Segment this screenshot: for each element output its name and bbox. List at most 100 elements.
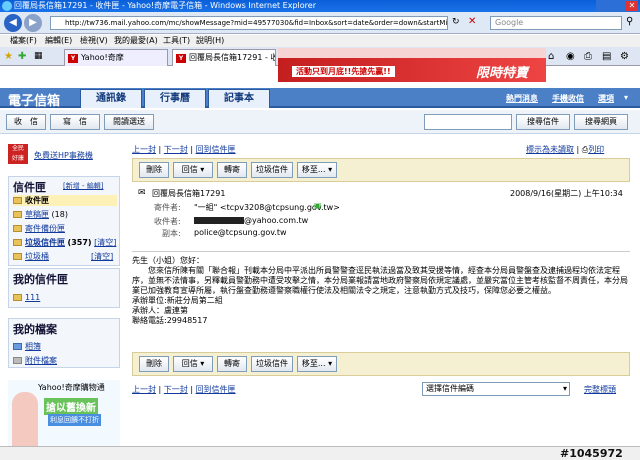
forward-button[interactable]: 轉寄	[217, 162, 247, 178]
mobile-mail-link[interactable]: 手機收信	[552, 93, 584, 104]
tab-notepad[interactable]: 記事本	[208, 89, 270, 108]
page-icon[interactable]: ▤	[602, 51, 611, 62]
album-link[interactable]: 相簿	[13, 341, 41, 352]
folder-inbox[interactable]: 收件匣	[13, 195, 117, 206]
prev-message-link[interactable]: 上一封	[132, 385, 156, 394]
refresh-icon[interactable]: ↻	[452, 17, 460, 27]
menu-tools[interactable]: 工具(T)	[163, 35, 190, 47]
tab-current-mail[interactable]: Y 回覆局長信箱17291 - 收...	[172, 49, 276, 66]
mail-brand[interactable]: 電子信箱	[8, 90, 60, 109]
hot-news-link[interactable]: 熱門消息	[506, 93, 538, 104]
ad-title: Yahoo!奇摩購物通	[38, 383, 105, 392]
spam-button[interactable]: 垃圾信件	[251, 162, 293, 178]
receive-mail-button[interactable]: 收 信	[6, 114, 46, 130]
banner-ad[interactable]: 活動只到月底!!先搶先贏!! 限時特賣	[278, 48, 546, 82]
album-icon	[13, 343, 22, 350]
feeds-icon[interactable]: ◉	[566, 51, 575, 62]
close-icon[interactable]: ✕	[626, 1, 638, 11]
promo-link[interactable]: 免費送HP事務機	[34, 150, 93, 161]
message-header: ✉ 回覆局長信箱17291 2008/9/16(星期二) 上午10:34 寄件者…	[132, 184, 630, 252]
back-icon[interactable]: ◀	[4, 14, 22, 32]
tab-contacts[interactable]: 通訊錄	[80, 89, 142, 108]
clear-trash-link[interactable]: [清空]	[91, 251, 113, 262]
search-mail-button[interactable]: 搜尋信件	[516, 114, 570, 130]
cc-address: police@tcpsung.gov.tw	[194, 228, 287, 237]
my-files-title: 我的檔案	[13, 323, 57, 336]
shopping-ad[interactable]: Yahoo!奇摩購物通 搶以舊換新 利息回饋不打折	[8, 380, 120, 446]
back-to-folder-link[interactable]: 回到信件匣	[196, 145, 236, 154]
search-icon[interactable]: ⚲	[626, 16, 633, 27]
menu-bar: 檔案(F) 編輯(E) 檢視(V) 我的最愛(A) 工具(T) 說明(H)	[0, 35, 640, 47]
menu-view[interactable]: 檢視(V)	[80, 35, 108, 47]
next-message-link[interactable]: 下一封	[164, 385, 188, 394]
spam-button[interactable]: 垃圾信件	[251, 356, 293, 372]
message-nav-top: 上一封 | 下一封 | 回到信件匣	[132, 145, 236, 154]
add-favorite-icon[interactable]: ✚	[18, 51, 26, 62]
message-subject: 回覆局長信箱17291	[152, 189, 226, 198]
address-bar[interactable]: http://tw736.mail.yahoo.com/mc/showMessa…	[50, 16, 448, 30]
next-message-link[interactable]: 下一封	[164, 145, 188, 154]
delete-button[interactable]: 刪除	[139, 162, 169, 178]
prev-message-link[interactable]: 上一封	[132, 145, 156, 154]
drafts-icon	[13, 211, 22, 218]
attachments-link[interactable]: 附件檔案	[13, 355, 57, 366]
spam-icon	[13, 239, 22, 246]
menu-help[interactable]: 說明(H)	[196, 35, 224, 47]
tools-icon[interactable]: ⚙	[620, 51, 629, 62]
folder-sent[interactable]: 寄件備份匣	[13, 223, 65, 234]
menu-favorites[interactable]: 我的最愛(A)	[114, 35, 158, 47]
message-tools-top: 標示為未讀取 | ⎙列印	[526, 145, 605, 154]
back-to-folder-link[interactable]: 回到信件匣	[196, 385, 236, 394]
reply-button[interactable]: 回信 ▾	[173, 162, 213, 178]
ad-subline: 利息回饋不打折	[48, 414, 101, 426]
stop-icon[interactable]: ✕	[468, 16, 476, 27]
folder-spam[interactable]: 垃圾信件匣 (357) [清空]	[13, 237, 116, 248]
mark-unread-link[interactable]: 標示為未讀取	[526, 145, 574, 154]
status-bar: #1045972	[0, 446, 640, 460]
mail-app-nav: 電子信箱 通訊錄 行事曆 記事本 熱門消息 手機收信 選項 ▾	[0, 88, 640, 109]
favorites-star-icon[interactable]: ★	[4, 51, 13, 62]
browser-search-input[interactable]: Google	[490, 16, 622, 30]
home-icon[interactable]: ⌂	[548, 51, 554, 62]
chevron-down-icon: ▾	[562, 384, 567, 393]
forward-icon[interactable]: ▶	[24, 14, 42, 32]
full-header-link[interactable]: 完整標頭	[584, 384, 616, 395]
delete-button[interactable]: 刪除	[139, 356, 169, 372]
search-web-button[interactable]: 搜尋網頁	[574, 114, 628, 130]
folder-drafts[interactable]: 草稿匣 (18)	[13, 209, 68, 220]
tab-yahoo-home[interactable]: Y Yahoo!奇摩	[64, 49, 168, 66]
my-folder-item[interactable]: 111	[13, 293, 40, 302]
mail-search-input[interactable]	[424, 114, 512, 130]
my-folders-title: 我的信件匣	[13, 273, 68, 286]
banner-text: 活動只到月底!!先搶先贏!!	[292, 66, 395, 77]
attachment-icon	[13, 357, 22, 364]
print-link[interactable]: 列印	[588, 145, 604, 154]
from-label: 寄件者:	[154, 203, 181, 212]
menu-file[interactable]: 檔案(F)	[10, 35, 37, 47]
folders-edit-link[interactable]: [新增 - 編輯]	[63, 181, 103, 191]
message-actions-bottom: 刪除 回信 ▾ 轉寄 垃圾信件 移至... ▾	[132, 352, 630, 376]
phone-line: 聯絡電話:29948517	[132, 316, 208, 325]
forward-button[interactable]: 轉寄	[217, 356, 247, 372]
clear-spam-link[interactable]: [清空]	[94, 238, 116, 247]
yahoo-favicon-icon: Y	[68, 54, 78, 63]
chevron-down-icon[interactable]: ▾	[624, 93, 628, 102]
move-button[interactable]: 移至... ▾	[297, 162, 337, 178]
add-contact-icon[interactable]: ▣	[314, 201, 322, 210]
print-icon[interactable]: ⎙	[584, 51, 592, 62]
options-link[interactable]: 選項	[598, 93, 614, 104]
reply-button[interactable]: 回信 ▾	[173, 356, 213, 372]
person-line: 承辦人：盧連第	[132, 306, 188, 315]
compose-button[interactable]: 寫 信	[50, 114, 100, 130]
rss-button[interactable]: 閱讀選送	[104, 114, 154, 130]
tab-list-icon[interactable]: ▦	[34, 51, 43, 61]
folder-trash[interactable]: 垃圾桶 [清空]	[13, 251, 117, 262]
move-button[interactable]: 移至... ▾	[297, 356, 337, 372]
window-title: 回覆局長信箱17291 - 收件匣 - Yahoo!奇摩電子信箱 - Windo…	[14, 1, 316, 10]
tab-label: 回覆局長信箱17291 - 收...	[189, 53, 275, 62]
menu-edit[interactable]: 編輯(E)	[45, 35, 72, 47]
folders-title: 信件匣	[13, 181, 46, 194]
tab-calendar[interactable]: 行事曆	[144, 89, 206, 108]
encoding-select[interactable]: 選擇信件編碼 ▾	[422, 382, 570, 396]
watermark: #1045972	[560, 447, 623, 460]
